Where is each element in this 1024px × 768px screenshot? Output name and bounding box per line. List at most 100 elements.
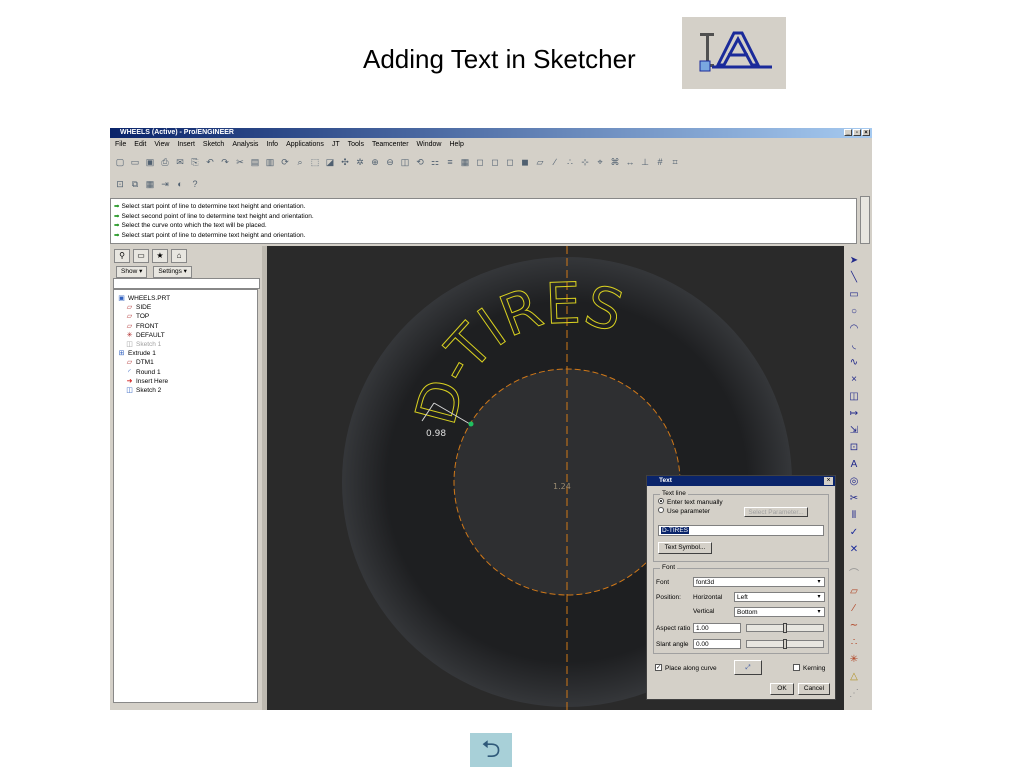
accept-check-icon[interactable]: ✓	[847, 526, 861, 540]
new-file-icon[interactable]: ▢	[114, 156, 126, 168]
view-manager-icon[interactable]: ▦	[459, 156, 471, 168]
restore-button[interactable]: ▫	[853, 129, 861, 136]
tree-item[interactable]: ◫ Sketch 2	[114, 386, 257, 395]
connections-tab[interactable]: ⌂	[171, 249, 187, 263]
more-icon[interactable]: ⋰	[847, 687, 861, 701]
spline-icon[interactable]: ∿	[847, 356, 861, 370]
cut-icon[interactable]: ✂	[234, 156, 246, 168]
tree-item[interactable]: ▱ FRONT	[114, 322, 257, 331]
menu-view[interactable]: View	[154, 139, 169, 151]
tree-item[interactable]: ▣ WHEELS.PRT	[114, 294, 257, 303]
enter-manually-radio[interactable]: Enter text manually	[658, 498, 723, 507]
orient-icon[interactable]: ✲	[354, 156, 366, 168]
undo-icon[interactable]: ↶	[204, 156, 216, 168]
feature-list-icon[interactable]: ▦	[144, 178, 156, 190]
refit-icon[interactable]: ◫	[399, 156, 411, 168]
tree-item[interactable]: ⊞ Extrude 1	[114, 349, 257, 358]
dialog-close-button[interactable]: ×	[824, 477, 833, 485]
saved-views-icon[interactable]: ⚏	[429, 156, 441, 168]
text-tool-icon[interactable]: A	[847, 458, 861, 472]
analysis-icon[interactable]: △	[847, 670, 861, 684]
palette-icon[interactable]: ◎	[847, 475, 861, 489]
tree-item[interactable]: ▱ TOP	[114, 312, 257, 321]
circle-icon[interactable]: ○	[847, 305, 861, 319]
model-player-icon[interactable]: ⧉	[129, 178, 141, 190]
arc-icon[interactable]: ◠	[847, 322, 861, 336]
slider-thumb[interactable]	[783, 623, 787, 633]
copy-icon[interactable]: ⎘	[189, 156, 201, 168]
menu-jt[interactable]: JT	[332, 139, 340, 151]
send-mail-icon[interactable]: ✉	[174, 156, 186, 168]
select-arrow-icon[interactable]: ➤	[847, 254, 861, 268]
tree-item[interactable]: ▱ DTM1	[114, 358, 257, 367]
select-box-icon[interactable]: ⬚	[309, 156, 321, 168]
line-icon[interactable]: ╲	[847, 271, 861, 285]
paste-icon[interactable]: ▤	[249, 156, 261, 168]
menu-info[interactable]: Info	[266, 139, 278, 151]
place-along-curve-checkbox[interactable]: ✓ Place along curve	[655, 663, 717, 673]
wireframe-icon[interactable]: ◻	[474, 156, 486, 168]
close-button[interactable]: ×	[862, 129, 870, 136]
modify-icon[interactable]: ⇲	[847, 424, 861, 438]
sketch-view-icon[interactable]: ⌘	[609, 156, 621, 168]
menu-window[interactable]: Window	[417, 139, 442, 151]
return-arrow-icon[interactable]: ⮌	[470, 733, 512, 767]
zoom-in-icon[interactable]: ⊕	[369, 156, 381, 168]
tree-item[interactable]: ◫ Sketch 1	[114, 340, 257, 349]
curve-icon[interactable]: ⌒	[847, 568, 861, 582]
tree-item[interactable]: ▱ SIDE	[114, 303, 257, 312]
menu-analysis[interactable]: Analysis	[232, 139, 258, 151]
aspect-ratio-slider[interactable]	[746, 623, 824, 633]
context-help-icon[interactable]: ?	[189, 178, 201, 190]
cancel-button[interactable]: Cancel	[798, 683, 830, 695]
reorient-icon[interactable]: ⟲	[414, 156, 426, 168]
dimension-icon[interactable]: ↦	[847, 407, 861, 421]
use-edge-icon[interactable]: ◫	[847, 390, 861, 404]
model-tree-icon[interactable]: ⊡	[114, 178, 126, 190]
dimension-label[interactable]: 0.98	[426, 429, 446, 439]
aspect-ratio-input[interactable]: 1.00	[693, 623, 741, 633]
disp-grid-icon[interactable]: #	[654, 156, 666, 168]
kerning-checkbox[interactable]: Kerning	[793, 663, 825, 673]
paste-special-icon[interactable]: ▥	[264, 156, 276, 168]
flip-direction-button[interactable]: ⤢	[734, 660, 762, 675]
disp-constraints-icon[interactable]: ⊥	[639, 156, 651, 168]
menu-edit[interactable]: Edit	[134, 139, 146, 151]
tree-item[interactable]: ◜ Round 1	[114, 368, 257, 377]
datum-axes-icon[interactable]: ∕	[549, 156, 561, 168]
find-icon[interactable]: ⌕	[294, 156, 306, 168]
open-file-icon[interactable]: ▭	[129, 156, 141, 168]
repaint-icon[interactable]: ◪	[324, 156, 336, 168]
menu-file[interactable]: File	[115, 139, 126, 151]
slant-angle-slider[interactable]	[746, 639, 824, 649]
slant-angle-input[interactable]: 0.00	[693, 639, 741, 649]
menu-insert[interactable]: Insert	[177, 139, 195, 151]
annotation-icon[interactable]: ⌖	[594, 156, 606, 168]
constraints-icon[interactable]: ⊡	[847, 441, 861, 455]
shading-icon[interactable]: ◼	[519, 156, 531, 168]
datum-planes-icon[interactable]: ▱	[534, 156, 546, 168]
datum-curve-icon[interactable]: ∼	[847, 619, 861, 633]
show-menu-button[interactable]: Show ▾	[116, 266, 148, 278]
csys-icon[interactable]: ⊹	[579, 156, 591, 168]
menu-tools[interactable]: Tools	[348, 139, 364, 151]
menu-help[interactable]: Help	[449, 139, 463, 151]
spin-center-icon[interactable]: ✣	[339, 156, 351, 168]
text-input[interactable]: D-TIRES	[658, 525, 824, 536]
folder-browser-tab[interactable]: ▭	[133, 249, 149, 263]
slider-thumb[interactable]	[783, 639, 787, 649]
point-icon[interactable]: ×	[847, 373, 861, 387]
vertical-select[interactable]: Bottom ▾	[734, 607, 825, 617]
message-scrollbar[interactable]	[860, 196, 870, 244]
appearance-icon[interactable]: ◐	[174, 178, 186, 190]
tree-item[interactable]: ➜ Insert Here	[114, 377, 257, 386]
tree-item[interactable]: ✳ DEFAULT	[114, 331, 257, 340]
datum-points-icon[interactable]: ∴	[564, 156, 576, 168]
fillet-icon[interactable]: ◟	[847, 339, 861, 353]
print-icon[interactable]: ⎙	[159, 156, 171, 168]
datum-csys-icon[interactable]: ✳	[847, 653, 861, 667]
menu-sketch[interactable]: Sketch	[203, 139, 224, 151]
horizontal-select[interactable]: Left ▾	[734, 592, 825, 602]
datum-point-icon[interactable]: ∴	[847, 636, 861, 650]
select-parameter-button[interactable]: Select Parameter...	[744, 507, 808, 517]
